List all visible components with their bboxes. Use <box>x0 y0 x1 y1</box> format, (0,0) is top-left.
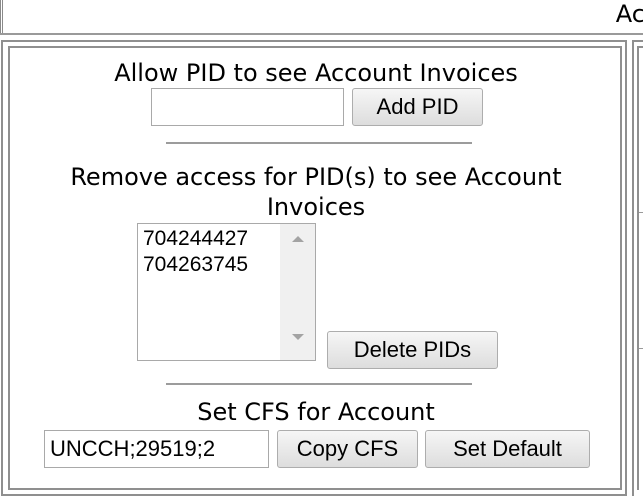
set-cfs-label: Set CFS for Account <box>197 398 435 426</box>
pid-input[interactable] <box>151 88 344 126</box>
scroll-up-button[interactable] <box>281 228 315 250</box>
table-top-row <box>0 0 643 34</box>
arrow-down-icon <box>292 334 304 340</box>
list-item[interactable]: 704244427 <box>143 226 248 252</box>
right-column-inner-frame <box>637 46 643 490</box>
pid-list: 704244427 704263745 <box>143 226 248 278</box>
table-divider <box>0 33 643 35</box>
delete-pids-button[interactable]: Delete PIDs <box>327 331 498 369</box>
set-default-button[interactable]: Set Default <box>425 430 590 468</box>
arrow-up-icon <box>292 236 304 242</box>
allow-pid-label: Allow PID to see Account Invoices <box>114 59 518 87</box>
right-column-divider <box>639 348 643 349</box>
pid-listbox[interactable]: 704244427 704263745 <box>137 223 316 361</box>
cfs-input[interactable]: UNCCH;29519;2 <box>44 430 269 468</box>
list-item[interactable]: 704263745 <box>143 252 248 278</box>
section-divider <box>166 142 472 144</box>
section-title-partial: Ac <box>615 0 643 28</box>
section-divider <box>166 383 472 385</box>
right-column-divider <box>639 212 643 213</box>
remove-pid-label-continued: Invoices <box>266 193 366 221</box>
remove-pid-label: Remove access for PID(s) to see Account <box>70 163 562 191</box>
add-pid-button[interactable]: Add PID <box>352 88 483 126</box>
listbox-scrollbar[interactable] <box>280 224 315 360</box>
copy-cfs-button[interactable]: Copy CFS <box>277 430 418 468</box>
scroll-down-button[interactable] <box>281 326 315 348</box>
page: Ac Allow PID to see Account Invoices Add… <box>0 0 643 498</box>
